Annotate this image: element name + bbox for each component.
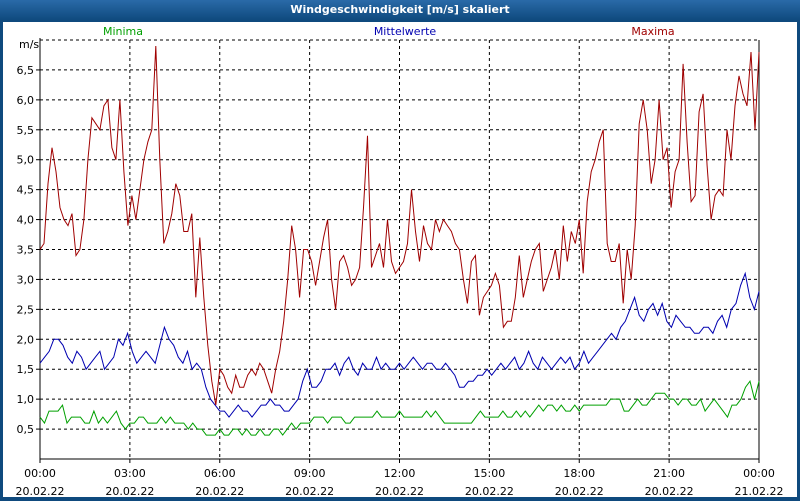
x-tick-date-label: 20.02.22	[105, 485, 154, 497]
y-tick-label: 6,0	[17, 94, 35, 107]
wind-speed-chart: 0,5 1,0 1,5 2,0 2,5 3,0 3,5 4,0 4,5 5,0 5,5 6,0 6,5 0…	[16, 25, 784, 498]
y-tick-label: 1,0	[17, 393, 35, 406]
x-tick-time-label: 21:00	[653, 467, 685, 480]
legend-minima: Minima	[103, 25, 143, 38]
y-tick-label: 0,5	[17, 423, 35, 436]
y-axis-unit-label: m/s	[19, 38, 39, 51]
x-tick-time-label: 12:00	[384, 467, 416, 480]
x-tick-time-label: 15:00	[474, 467, 506, 480]
x-tick-date-label: 20.02.22	[555, 485, 604, 497]
x-tick-time-label: 00:00	[24, 467, 56, 480]
x-tick-date-label: 20.02.22	[645, 485, 694, 497]
chart-panel: 0,5 1,0 1,5 2,0 2,5 3,0 3,5 4,0 4,5 5,0 5,5 6,0 6,5 0…	[3, 22, 797, 498]
chart-window: Windgeschwindigkeit [m/s] skaliert 0,5 1,…	[0, 0, 800, 500]
x-tick-time-label: 09:00	[294, 467, 326, 480]
x-tick-time-label: 03:00	[114, 467, 146, 480]
y-tick-label: 4,0	[17, 214, 35, 227]
y-tick-label: 4,5	[17, 184, 35, 197]
y-tick-label: 3,0	[17, 273, 35, 286]
x-tick-time-label: 06:00	[204, 467, 236, 480]
x-tick-date-label: 20.02.22	[465, 485, 514, 497]
x-tick-date-label: 20.02.22	[16, 485, 65, 497]
x-tick-date-label: 21.02.22	[735, 485, 784, 497]
y-tick-label: 1,5	[17, 363, 35, 376]
legend-maxima: Maxima	[631, 25, 674, 38]
x-tick-date-label: 20.02.22	[375, 485, 424, 497]
x-tick-time-label: 18:00	[563, 467, 595, 480]
y-tick-label: 5,5	[17, 124, 35, 137]
x-tick-time-label: 00:00	[743, 467, 775, 480]
y-tick-label: 2,5	[17, 303, 35, 316]
series-line-maxima	[39, 45, 760, 406]
window-title: Windgeschwindigkeit [m/s] skaliert	[0, 0, 800, 20]
y-tick-label: 5,0	[17, 154, 35, 167]
y-tick-label: 2,0	[17, 333, 35, 346]
legend-mittelwerte: Mittelwerte	[374, 25, 437, 38]
grid-layer	[40, 39, 759, 459]
x-tick-date-label: 20.02.22	[285, 485, 334, 497]
y-tick-label: 6,5	[17, 64, 35, 77]
y-tick-label: 3,5	[17, 244, 35, 257]
x-tick-date-label: 20.02.22	[195, 485, 244, 497]
